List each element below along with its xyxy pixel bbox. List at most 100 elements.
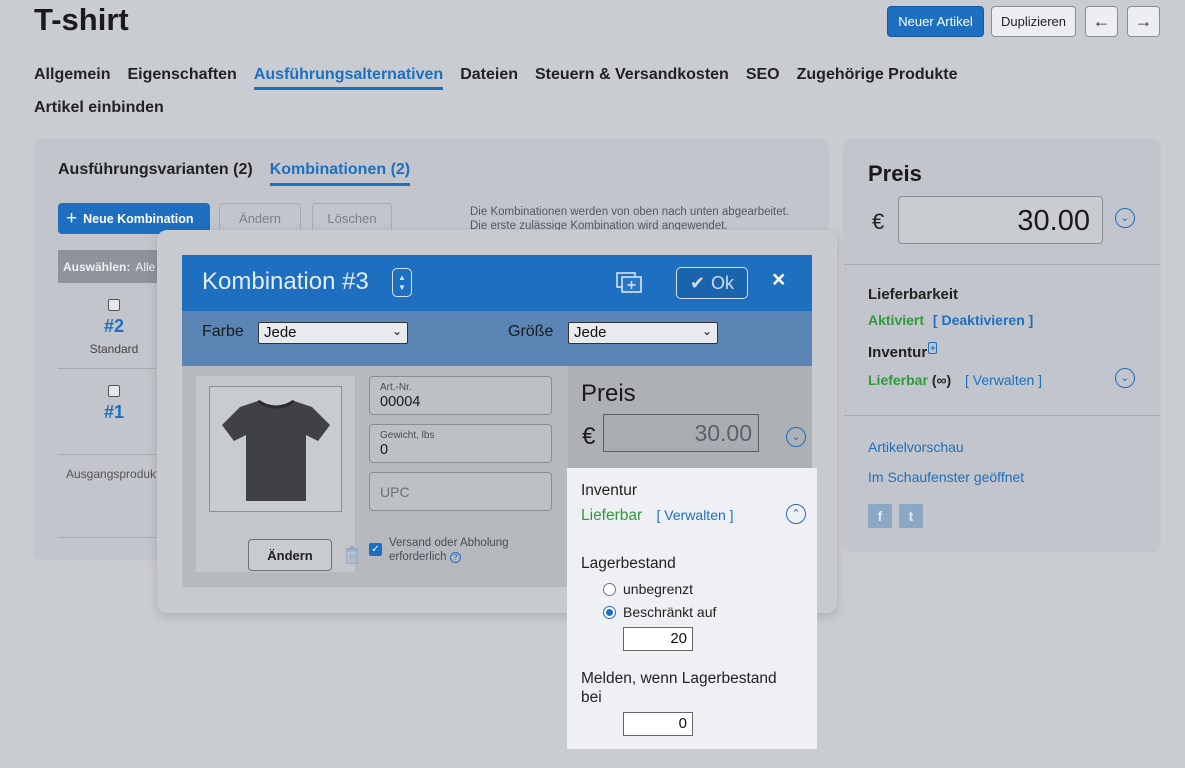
copy-icon[interactable] (616, 272, 642, 293)
limited-label: Beschränkt auf (623, 604, 717, 620)
subtab-variants[interactable]: Ausführungsvarianten (2) (58, 161, 253, 186)
size-select[interactable]: Jede ⌄ (568, 322, 718, 344)
color-select[interactable]: Jede ⌄ (258, 322, 408, 344)
plus-icon: + (66, 208, 78, 229)
manage-link[interactable]: [ Verwalten ] (965, 372, 1042, 388)
row-checkbox[interactable] (108, 299, 120, 311)
tab-dateien[interactable]: Dateien (460, 58, 518, 87)
duplicate-button[interactable]: Duplizieren (991, 6, 1076, 37)
notify-label-line-2: bei (581, 689, 602, 706)
inventory-popup-status: Lieferbar (581, 507, 643, 524)
chevron-up-icon[interactable]: ⌃ (786, 504, 806, 524)
info-line-1: Die Kombinationen werden von oben nach u… (470, 206, 790, 218)
next-arrow-icon[interactable]: → (1127, 6, 1160, 37)
tab-steuern[interactable]: Steuern & Versandkosten (535, 58, 729, 87)
upc-placeholder: UPC (380, 484, 410, 500)
sort-arrows-icon[interactable]: ▲ ▼ (392, 268, 412, 297)
tab-seo[interactable]: SEO (746, 58, 780, 87)
availability-row: Aktiviert [ Deaktivieren ] (868, 312, 1033, 328)
sku-value: 00004 (380, 394, 421, 410)
weight-value: 0 (380, 442, 389, 458)
help-icon[interactable]: ? (449, 552, 461, 563)
inventory-popup-heading: Inventur (581, 482, 638, 499)
page-title: T-shirt (34, 2, 129, 37)
chevron-down-icon[interactable]: ⌄ (1115, 368, 1135, 388)
modal-title: Kombination #3 (202, 268, 369, 295)
list-item[interactable]: #2 Standard (78, 299, 150, 356)
plus-icon[interactable]: + (928, 342, 938, 354)
combination-details: Ändern Art.-Nr. 00004 Gewicht, lbs 0 UPC… (182, 366, 568, 587)
weight-field[interactable]: Gewicht, lbs 0 (369, 424, 552, 463)
inventory-heading-text: Inventur (868, 344, 928, 361)
modal-price-panel: Preis € 30.00 ⌄ (568, 366, 812, 468)
prev-arrow-icon[interactable]: ← (1085, 6, 1118, 37)
tab-ausfuehrungsalternativen[interactable]: Ausführungsalternativen (253, 58, 444, 90)
deactivate-link[interactable]: [ Deaktivieren ] (933, 312, 1033, 328)
notify-label-line-1: Melden, wenn Lagerbestand (581, 670, 777, 687)
row-checkbox[interactable] (108, 385, 120, 397)
shipping-label-2: erforderlich (389, 551, 447, 563)
sidebar-card: Preis € 30.00 ⌄ Lieferbarkeit Aktiviert … (844, 139, 1160, 551)
radio-dot[interactable] (603, 582, 616, 596)
sku-label: Art.-Nr. (380, 382, 412, 393)
price-heading: Preis (868, 161, 922, 186)
combination-number[interactable]: #2 (78, 316, 150, 337)
weight-label: Gewicht, lbs (380, 430, 435, 441)
currency-symbol: € (872, 209, 885, 234)
availability-status: Aktiviert (868, 312, 925, 328)
infinity-label: (∞) (931, 372, 952, 388)
tab-zugehoerige-produkte[interactable]: Zugehörige Produkte (797, 58, 958, 87)
unlimited-radio[interactable]: unbegrenzt (603, 581, 693, 597)
upc-field[interactable]: UPC (369, 472, 552, 511)
subtab-combinations[interactable]: Kombinationen (2) (269, 161, 411, 186)
ok-button[interactable]: ✔ Ok (676, 267, 748, 299)
tshirt-icon (221, 399, 330, 501)
image-panel: Ändern (196, 376, 358, 572)
availability-heading: Lieferbarkeit (868, 286, 959, 303)
modal-header: Kombination #3 ▲ ▼ ✔ Ok × (182, 255, 812, 311)
storefront-link[interactable]: Im Schaufenster geöffnet (868, 469, 1024, 485)
tab-allgemein[interactable]: Allgemein (34, 58, 110, 87)
inventory-heading: Inventur + (868, 342, 938, 361)
modal-price-heading: Preis (581, 380, 636, 407)
shipping-label-1: Versand oder Abholung (389, 537, 509, 549)
change-image-button[interactable]: Ändern (248, 539, 332, 571)
sku-field[interactable]: Art.-Nr. 00004 (369, 376, 552, 415)
base-product-label: Ausgangsprodukt (66, 467, 160, 481)
chevron-down-icon: ⌄ (391, 324, 402, 338)
notify-label: Melden, wenn Lagerbestand bei (581, 669, 777, 707)
modal-price-input[interactable]: 30.00 (603, 414, 759, 452)
stock-limit-input[interactable]: 20 (623, 627, 693, 651)
new-article-button[interactable]: Neuer Artikel (887, 6, 984, 37)
combination-number[interactable]: #1 (78, 402, 150, 423)
twitter-icon[interactable]: t (899, 504, 923, 528)
color-label: Farbe (202, 323, 244, 340)
shipping-required[interactable]: ✓ Versand oder Abholung erforderlich ? (369, 536, 509, 564)
list-item[interactable]: #1 (78, 385, 150, 423)
manage-link[interactable]: [ Verwalten ] (657, 507, 734, 523)
tab-eigenschaften[interactable]: Eigenschaften (127, 58, 236, 87)
product-image (209, 386, 342, 512)
select-all-link[interactable]: Alle (135, 260, 155, 274)
radio-dot[interactable] (603, 605, 616, 619)
filter-bar: Farbe Jede ⌄ Größe Jede ⌄ (182, 311, 812, 366)
limited-radio[interactable]: Beschränkt auf (603, 604, 716, 620)
chevron-down-icon[interactable]: ⌄ (1115, 208, 1135, 228)
preview-link[interactable]: Artikelvorschau (868, 439, 964, 455)
facebook-icon[interactable]: f (868, 504, 892, 528)
ok-label: Ok (711, 272, 735, 293)
trash-icon[interactable] (345, 546, 359, 564)
size-select-value: Jede (574, 324, 607, 341)
shipping-checkbox[interactable]: ✓ (369, 543, 382, 556)
tab-artikel-einbinden[interactable]: Artikel einbinden (34, 91, 164, 120)
price-input[interactable]: 30.00 (898, 196, 1103, 244)
select-label: Auswählen: (63, 259, 131, 274)
inventory-row: Lieferbar (∞) [ Verwalten ] (868, 372, 1042, 388)
inventory-popup-status-row: Lieferbar [ Verwalten ] (581, 507, 734, 525)
stock-heading: Lagerbestand (581, 555, 676, 572)
close-icon[interactable]: × (772, 266, 785, 293)
notify-threshold-input[interactable]: 0 (623, 712, 693, 736)
chevron-down-icon[interactable]: ⌄ (786, 427, 806, 447)
checkmark-icon: ✔ (689, 272, 706, 293)
unlimited-label: unbegrenzt (623, 581, 694, 597)
